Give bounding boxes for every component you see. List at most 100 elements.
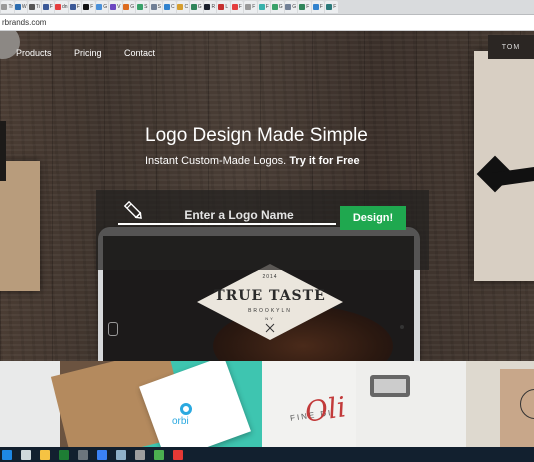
browser-tab[interactable]: G — [284, 1, 297, 13]
tab-favicon-icon — [96, 4, 103, 10]
browser-tab[interactable]: Tr — [1, 1, 14, 13]
nav-pricing[interactable]: Pricing — [74, 48, 102, 58]
tab-favicon-icon — [163, 4, 170, 10]
tab-favicon-icon — [190, 4, 197, 10]
tab-favicon-icon — [326, 4, 333, 10]
tablet-home-button — [108, 322, 118, 336]
gallery-tile-stationery — [0, 361, 60, 447]
browser-tab[interactable]: L — [217, 1, 230, 13]
address-bar[interactable]: rbrands.com — [0, 15, 534, 31]
tab-label: R — [211, 4, 216, 10]
tab-label: F — [90, 4, 94, 10]
tab-label: S — [157, 4, 161, 10]
tab-label: Ti — [35, 4, 40, 10]
design-button[interactable]: Design! — [340, 206, 406, 230]
tab-favicon-icon — [14, 4, 21, 10]
task-view-icon[interactable] — [21, 449, 31, 460]
tab-favicon-icon — [204, 4, 211, 10]
browser-tab[interactable]: G — [190, 1, 203, 13]
excel-icon[interactable] — [59, 449, 69, 460]
tab-label: G — [292, 4, 297, 10]
sample-logo-name: TRUE TASTE — [214, 288, 326, 304]
browser-tab[interactable]: C — [163, 1, 176, 13]
tab-favicon-icon — [218, 4, 225, 10]
browser-tab[interactable]: F — [41, 1, 54, 13]
tab-label: G — [197, 4, 202, 10]
browser-tab[interactable]: G — [95, 1, 108, 13]
tab-favicon-icon — [285, 4, 292, 10]
browser-tab[interactable]: F — [298, 1, 311, 13]
browser-tab[interactable]: F — [325, 1, 338, 13]
gallery-tile-clip — [356, 361, 466, 447]
coffee-bag-left — [0, 121, 40, 291]
sample-logo-year: 2014 — [262, 274, 277, 280]
tab-favicon-icon — [177, 4, 184, 10]
image-viewer-icon[interactable] — [78, 449, 88, 460]
script-logo-text: Oli — [302, 390, 348, 429]
kraft-seal — [520, 389, 534, 419]
bag-band — [0, 121, 6, 181]
binder-clip — [370, 375, 410, 397]
nav-contact[interactable]: Contact — [124, 48, 155, 58]
tab-favicon-icon — [110, 4, 117, 10]
browser-tab[interactable]: F — [82, 1, 95, 13]
tab-label: F — [265, 4, 269, 10]
tab-label: F — [49, 4, 53, 10]
tab-label: G — [278, 4, 283, 10]
browser-tab[interactable]: R — [203, 1, 216, 13]
browser-tab-strip: Tr W Ti Fdn F F G V G S S C C G R L F F F G G F F F — [0, 0, 534, 15]
tab-favicon-icon — [42, 4, 49, 10]
tab-label: F — [306, 4, 310, 10]
windows-taskbar — [0, 447, 534, 462]
tab-favicon-icon — [312, 4, 319, 10]
tab-label: F — [238, 4, 242, 10]
chrome-icon[interactable] — [173, 449, 183, 460]
screen: Tr W Ti Fdn F F G V G S S C C G R L F F F G G F F F rbrands.com… — [0, 0, 534, 462]
browser-tab[interactable]: F — [68, 1, 81, 13]
browser-tab[interactable]: Ti — [28, 1, 41, 13]
nav-products[interactable]: Products — [16, 48, 52, 58]
tab-favicon-icon — [150, 4, 157, 10]
settings-icon[interactable] — [135, 449, 145, 460]
gallery-strip: orbi FINE DI Oli — [0, 361, 534, 447]
browser-tab[interactable]: S — [136, 1, 149, 13]
hero-section: Products Pricing Contact TOM Logo Design… — [0, 31, 534, 361]
hero-title: Logo Design Made Simple — [145, 125, 368, 146]
browser-tab[interactable]: C — [176, 1, 189, 13]
tab-favicon-icon — [1, 4, 8, 10]
browser-tab[interactable]: G — [122, 1, 135, 13]
tab-favicon-icon — [83, 4, 90, 10]
hero-subtitle-text: Instant Custom-Made Logos. — [145, 155, 287, 167]
browser-tab[interactable]: V — [109, 1, 122, 13]
kraft-bag — [500, 369, 534, 447]
tab-label: G — [130, 4, 135, 10]
browser-tab[interactable]: F — [311, 1, 324, 13]
tab-label: F — [319, 4, 323, 10]
tab-favicon-icon — [299, 4, 306, 10]
tab-label: Tr — [8, 4, 14, 10]
browser-tab[interactable]: F — [257, 1, 270, 13]
address-url[interactable]: rbrands.com — [2, 18, 46, 27]
browser-tab[interactable]: S — [149, 1, 162, 13]
app-icon[interactable] — [97, 449, 107, 460]
tab-label: S — [144, 4, 148, 10]
logo-name-input[interactable] — [118, 207, 336, 225]
globe-icon[interactable] — [116, 449, 126, 460]
coffee-bag-right — [474, 51, 534, 281]
hero-subtitle: Instant Custom-Made Logos. Try it for Fr… — [145, 155, 360, 167]
tablet-camera — [400, 325, 404, 329]
file-explorer-icon[interactable] — [40, 449, 50, 460]
logo-name-form: Design! — [96, 190, 429, 270]
browser-tab[interactable]: F — [244, 1, 257, 13]
browser-tab[interactable]: F — [230, 1, 243, 13]
tab-label: L — [225, 4, 229, 10]
tab-favicon-icon — [55, 4, 61, 10]
login-button[interactable]: TOM — [488, 35, 534, 59]
browser-tab[interactable]: W — [14, 1, 27, 13]
browser-tab[interactable]: G — [271, 1, 284, 13]
start-icon[interactable] — [2, 449, 12, 460]
browser-tab[interactable]: dn — [55, 1, 68, 13]
orbi-text: orbi — [172, 416, 189, 427]
hero-subtitle-cta[interactable]: Try it for Free — [289, 155, 359, 167]
android-icon[interactable] — [154, 449, 164, 460]
